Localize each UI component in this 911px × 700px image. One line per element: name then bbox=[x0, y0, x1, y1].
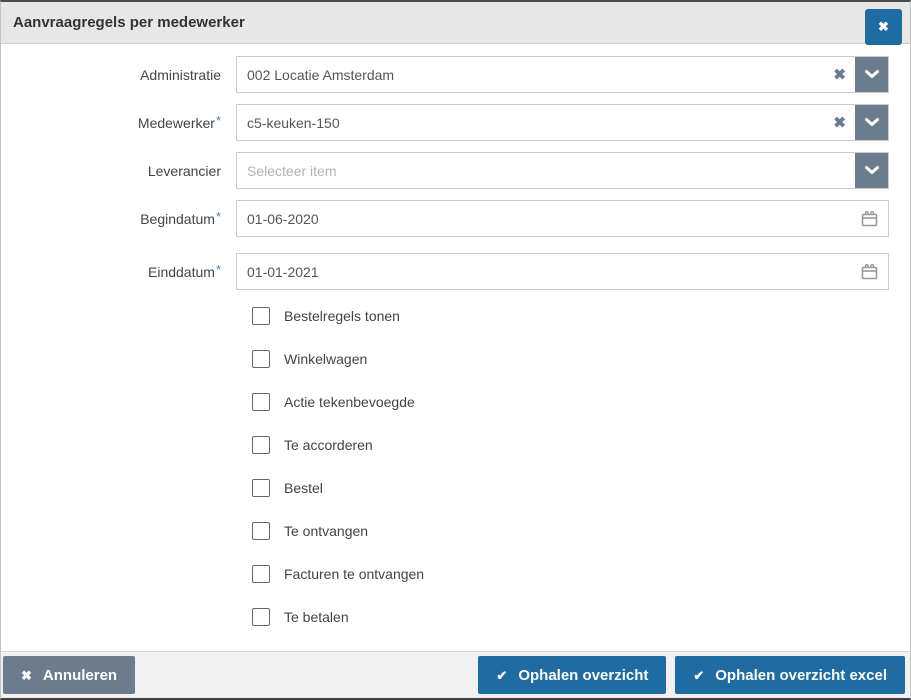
chevron-down-icon bbox=[865, 166, 879, 175]
checkbox-row-te-betalen: Te betalen bbox=[252, 607, 910, 626]
medewerker-control: ✖ bbox=[236, 104, 889, 141]
medewerker-label: Medewerker* bbox=[1, 115, 236, 131]
medewerker-clear-icon[interactable]: ✖ bbox=[833, 115, 846, 130]
checkbox-row-bestel: Bestel bbox=[252, 478, 910, 497]
field-row-leverancier: Leverancier bbox=[1, 152, 910, 189]
ophalen-overzicht-excel-button[interactable]: ✔ Ophalen overzicht excel bbox=[675, 656, 905, 694]
te-ontvangen-checkbox[interactable] bbox=[252, 522, 270, 540]
calendar-icon[interactable] bbox=[861, 264, 878, 280]
field-row-begindatum: Begindatum* bbox=[1, 200, 910, 237]
begindatum-datebox bbox=[236, 200, 889, 237]
administratie-clear-icon[interactable]: ✖ bbox=[833, 67, 846, 82]
bestelregels-tonen-checkbox[interactable] bbox=[252, 307, 270, 325]
chevron-down-icon bbox=[865, 118, 879, 127]
checkbox-row-te-accorderen: Te accorderen bbox=[252, 435, 910, 454]
field-row-administratie: Administratie ✖ bbox=[1, 56, 910, 93]
medewerker-combobox bbox=[236, 104, 889, 141]
dialog-body: Administratie ✖ Medewerker* bbox=[1, 44, 910, 626]
required-asterisk: * bbox=[216, 209, 221, 224]
cancel-x-icon: ✖ bbox=[21, 669, 32, 682]
checkbox-label: Te betalen bbox=[284, 609, 349, 625]
leverancier-input[interactable] bbox=[237, 153, 855, 188]
checkbox-group: Bestelregels tonen Winkelwagen Actie tek… bbox=[1, 306, 910, 626]
checkbox-label: Bestelregels tonen bbox=[284, 308, 400, 324]
check-icon: ✔ bbox=[693, 669, 704, 682]
checkbox-label: Bestel bbox=[284, 480, 323, 496]
check-icon: ✔ bbox=[496, 669, 507, 682]
dialog-footer: ✖ Annuleren ✔ Ophalen overzicht ✔ Ophale… bbox=[1, 651, 910, 698]
required-asterisk: * bbox=[216, 113, 221, 128]
begindatum-input[interactable] bbox=[237, 211, 888, 227]
close-button[interactable]: ✖ bbox=[865, 9, 902, 45]
administratie-combobox bbox=[236, 56, 889, 93]
checkbox-row-facturen-te-ontvangen: Facturen te ontvangen bbox=[252, 564, 910, 583]
winkelwagen-checkbox[interactable] bbox=[252, 350, 270, 368]
medewerker-dropdown-button[interactable] bbox=[855, 105, 888, 140]
medewerker-input[interactable] bbox=[237, 105, 855, 140]
checkbox-label: Actie tekenbevoegde bbox=[284, 394, 415, 410]
leverancier-label: Leverancier bbox=[1, 163, 236, 179]
calendar-icon[interactable] bbox=[861, 211, 878, 227]
chevron-down-icon bbox=[865, 70, 879, 79]
einddatum-control bbox=[236, 253, 889, 290]
dialog-header: Aanvraagregels per medewerker ✖ bbox=[1, 2, 910, 44]
checkbox-label: Winkelwagen bbox=[284, 351, 367, 367]
einddatum-label: Einddatum* bbox=[1, 264, 236, 280]
close-icon: ✖ bbox=[878, 19, 889, 35]
checkbox-row-actie-tekenbevoegde: Actie tekenbevoegde bbox=[252, 392, 910, 411]
ophalen-overzicht-button[interactable]: ✔ Ophalen overzicht bbox=[478, 656, 666, 694]
checkbox-label: Facturen te ontvangen bbox=[284, 566, 424, 582]
dialog-title: Aanvraagregels per medewerker bbox=[13, 14, 245, 31]
actie-tekenbevoegde-checkbox[interactable] bbox=[252, 393, 270, 411]
required-asterisk: * bbox=[216, 262, 221, 277]
field-row-einddatum: Einddatum* bbox=[1, 253, 910, 290]
te-accorderen-checkbox[interactable] bbox=[252, 436, 270, 454]
aanvraagregels-dialog: Aanvraagregels per medewerker ✖ Administ… bbox=[0, 0, 911, 700]
administratie-dropdown-button[interactable] bbox=[855, 57, 888, 92]
einddatum-datebox bbox=[236, 253, 889, 290]
checkbox-row-bestelregels-tonen: Bestelregels tonen bbox=[252, 306, 910, 325]
checkbox-row-te-ontvangen: Te ontvangen bbox=[252, 521, 910, 540]
cancel-button[interactable]: ✖ Annuleren bbox=[3, 656, 135, 694]
leverancier-combobox bbox=[236, 152, 889, 189]
begindatum-label: Begindatum* bbox=[1, 211, 236, 227]
administratie-label: Administratie bbox=[1, 67, 236, 83]
leverancier-dropdown-button[interactable] bbox=[855, 153, 888, 188]
facturen-te-ontvangen-checkbox[interactable] bbox=[252, 565, 270, 583]
checkbox-label: Te accorderen bbox=[284, 437, 373, 453]
te-betalen-checkbox[interactable] bbox=[252, 608, 270, 626]
checkbox-label: Te ontvangen bbox=[284, 523, 368, 539]
field-row-medewerker: Medewerker* ✖ bbox=[1, 104, 910, 141]
checkbox-row-winkelwagen: Winkelwagen bbox=[252, 349, 910, 368]
einddatum-input[interactable] bbox=[237, 264, 888, 280]
begindatum-control bbox=[236, 200, 889, 237]
administratie-input[interactable] bbox=[237, 57, 855, 92]
administratie-control: ✖ bbox=[236, 56, 889, 93]
bestel-checkbox[interactable] bbox=[252, 479, 270, 497]
leverancier-control bbox=[236, 152, 889, 189]
